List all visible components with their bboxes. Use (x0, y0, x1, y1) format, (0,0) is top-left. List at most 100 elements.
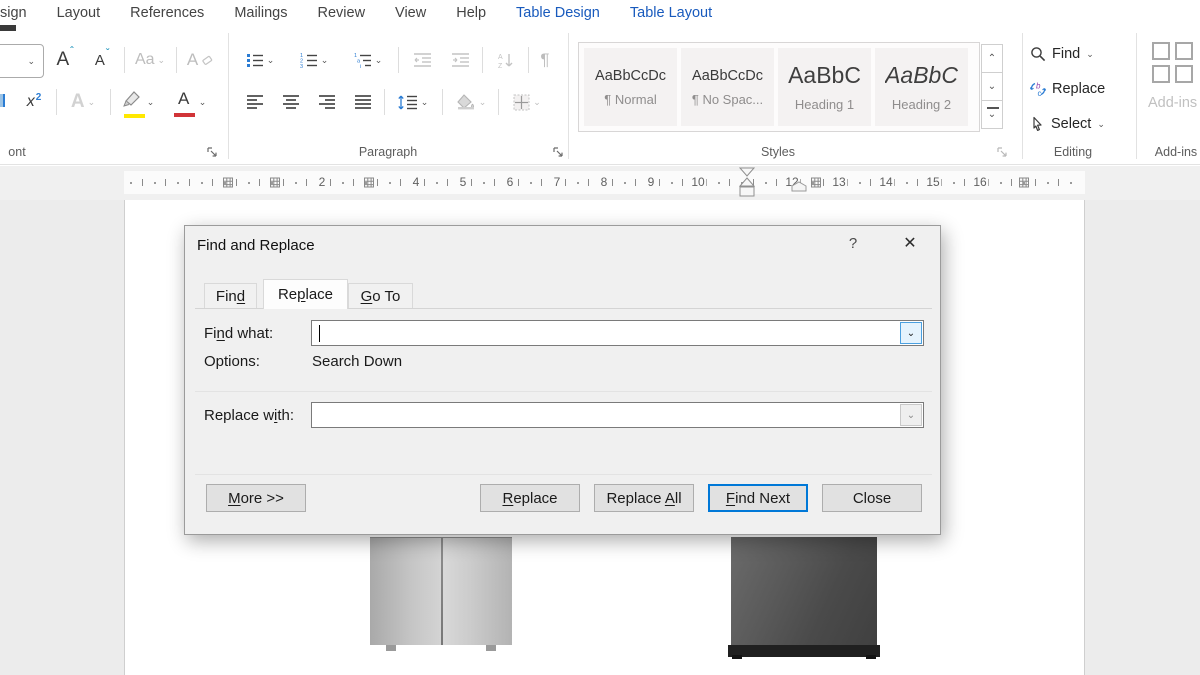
tab-table-layout[interactable]: Table Layout (630, 5, 712, 21)
find-button[interactable]: Find ⌄ (1030, 45, 1094, 63)
tab-help[interactable]: Help (456, 5, 486, 21)
replace-with-input[interactable]: ⌄ (311, 402, 924, 428)
close-button[interactable]: Close (822, 484, 922, 512)
find-what-dropdown-button[interactable]: ⌄ (900, 322, 922, 344)
table-move-marker[interactable] (791, 177, 807, 192)
table-column-marker[interactable] (364, 177, 375, 188)
show-formatting-marks-button[interactable]: ¶ (530, 44, 560, 76)
text-highlight-color-button[interactable]: ⌄ (114, 86, 160, 118)
style-normal[interactable]: AaBbCcDc ¶ Normal (584, 48, 677, 126)
borders-button[interactable]: ⌄ (504, 86, 550, 118)
table-column-marker[interactable] (811, 177, 822, 188)
tab-review[interactable]: Review (318, 5, 366, 21)
superscript-button[interactable]: x 2 (18, 86, 52, 118)
align-right-button[interactable] (312, 86, 342, 118)
divider (442, 89, 443, 115)
tab-table-design[interactable]: Table Design (516, 5, 600, 21)
font-group-label: ont (0, 145, 34, 159)
select-label: Select (1051, 116, 1091, 132)
increase-indent-button[interactable] (444, 44, 478, 76)
tab-find[interactable]: Find (204, 283, 257, 309)
style-no-spacing[interactable]: AaBbCcDc ¶ No Spac... (681, 48, 774, 126)
numbering-button[interactable]: 123 ⌄ (292, 44, 336, 76)
close-icon[interactable]: ✕ (895, 233, 925, 255)
ruler-tick (964, 179, 965, 186)
ruler-tick (1000, 182, 1002, 184)
font-dialog-launcher[interactable] (206, 146, 218, 158)
sort-button[interactable]: AZ (488, 44, 524, 76)
tab-references[interactable]: References (130, 5, 204, 21)
grow-font-button[interactable]: A ˆ (50, 44, 82, 76)
ruler-tick (177, 182, 179, 184)
tab-replace-label: Replace (278, 286, 333, 303)
replace-all-button[interactable]: Replace All (594, 484, 694, 512)
paragraph-dialog-launcher[interactable] (552, 146, 564, 158)
style-name: ¶ Normal (604, 92, 657, 107)
replace-with-dropdown-button[interactable]: ⌄ (900, 404, 922, 426)
ruler-tick (154, 182, 156, 184)
style-name: Heading 1 (795, 97, 854, 112)
line-spacing-button[interactable]: ⌄ (390, 86, 436, 118)
align-center-button[interactable] (276, 86, 306, 118)
bullets-button[interactable]: ⌄ (238, 44, 282, 76)
indent-markers[interactable] (736, 166, 758, 200)
ruler-tick (682, 179, 683, 186)
tab-mailings[interactable]: Mailings (234, 5, 287, 21)
shrink-font-button[interactable]: A ˇ (88, 44, 118, 76)
ruler-tick (377, 179, 378, 186)
tab-layout[interactable]: Layout (57, 5, 101, 21)
ruler-number: 14 (877, 175, 894, 190)
ruler-band: 2456789101213141516 (124, 171, 1085, 194)
tab-replace[interactable]: Replace (263, 279, 348, 309)
group-divider (568, 33, 569, 159)
tab-design-partial[interactable]: sign (0, 5, 27, 21)
ruler-tick (353, 179, 354, 186)
style-heading-1[interactable]: AaBbC Heading 1 (778, 48, 871, 126)
table-column-marker[interactable] (223, 177, 234, 188)
select-button[interactable]: Select ⌄ (1030, 115, 1105, 133)
ruler-tick (248, 182, 250, 184)
find-next-button[interactable]: Find Next (708, 484, 808, 512)
replace-button-dialog[interactable]: Replace (480, 484, 580, 512)
clear-formatting-button[interactable]: A (180, 44, 220, 76)
change-case-button[interactable]: Aa ⌄ (128, 44, 172, 76)
add-ins-icon[interactable] (1152, 42, 1194, 84)
ruler-number: 4 (411, 175, 422, 190)
chevron-down-icon: ⌄ (199, 98, 207, 107)
table-column-marker[interactable] (1019, 177, 1030, 188)
decrease-indent-button[interactable] (406, 44, 440, 76)
refrigerator-image-silver[interactable] (370, 537, 512, 645)
more-button[interactable]: More >> (206, 484, 306, 512)
ruler-tick (729, 179, 730, 186)
divider (398, 47, 399, 73)
decrease-indent-icon (414, 53, 432, 67)
shading-button[interactable]: ⌄ (448, 86, 494, 118)
ruler-tick (424, 179, 425, 186)
tab-go-to[interactable]: Go To (348, 283, 413, 309)
ruler-tick (283, 179, 284, 186)
ribbon-tab-bar: sign Layout References Mailings Review V… (0, 0, 1200, 25)
ruler-tick (859, 182, 861, 184)
options-label: Options: (204, 353, 260, 370)
tab-view[interactable]: View (395, 5, 426, 21)
help-button[interactable]: ? (841, 235, 865, 255)
find-what-input[interactable]: ⌄ (311, 320, 924, 346)
font-color-button[interactable]: A ⌄ (166, 86, 212, 118)
multilevel-list-button[interactable]: 1ai ⌄ (346, 44, 390, 76)
superscript-x-glyph: x (27, 93, 35, 111)
styles-scroll-up-button[interactable]: ⌃ (981, 44, 1003, 73)
ruler-tick (1070, 182, 1072, 184)
styles-gallery-more-button[interactable]: ⌄ (981, 100, 1003, 129)
chevron-down-icon: ⌄ (1097, 120, 1105, 129)
numbering-icon: 123 (300, 52, 318, 68)
table-column-marker[interactable] (270, 177, 281, 188)
style-heading-2[interactable]: AaBbC Heading 2 (875, 48, 968, 126)
font-size-combobox[interactable]: ⌄ (0, 44, 44, 78)
text-effects-button[interactable]: A ⌄ (60, 86, 106, 118)
align-left-button[interactable] (240, 86, 270, 118)
styles-dialog-launcher[interactable] (996, 146, 1008, 158)
styles-scroll-down-button[interactable]: ⌄ (981, 72, 1003, 101)
justify-button[interactable] (348, 86, 378, 118)
refrigerator-image-dark[interactable] (731, 537, 877, 645)
replace-button[interactable]: b c Replace (1030, 80, 1105, 98)
